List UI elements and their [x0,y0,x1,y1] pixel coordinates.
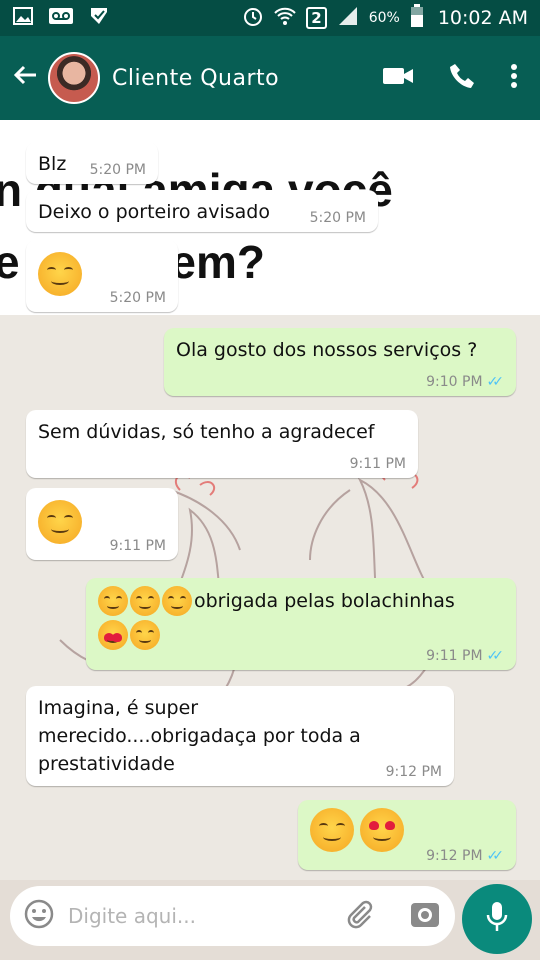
emoji-icon[interactable] [24,899,54,933]
blush-emoji [38,500,82,544]
message-time: 9:11 PM [349,456,406,472]
smirk-emoji [38,252,82,296]
avatar[interactable] [48,52,100,104]
attach-icon[interactable] [345,899,375,933]
battery-icon [410,3,424,33]
sim-slot-badge: 2 [306,7,327,29]
message-time: 9:12 PM [385,764,442,780]
gallery-icon [12,5,34,31]
signal-icon [337,5,359,32]
message-text: Sem dúvidas, só tenho a agradecef [38,421,375,443]
heart-eyes-emoji [360,808,405,852]
voicemail-icon [48,5,74,31]
message-bubble-out[interactable]: obrigada pelas bolachinhas 9:11 PM ✓✓ [86,578,516,670]
message-input[interactable] [68,904,345,928]
message-bubble-out[interactable]: Ola gosto dos nossos serviços ? 9:10 PM ✓… [164,328,516,396]
message-field[interactable] [10,886,455,946]
mic-icon [485,901,509,937]
video-call-icon[interactable] [382,65,414,91]
smile-emoji [130,620,160,650]
read-ticks-icon: ✓✓ [486,848,505,864]
message-time: 9:11 PM [109,538,166,554]
status-bar: 2 60% 10:02 AM [0,0,540,36]
clock: 10:02 AM [437,7,528,29]
message-bubble-in[interactable]: 9:11 PM [26,488,178,560]
read-ticks-icon: ✓✓ [486,374,505,390]
wifi-icon [274,5,296,32]
blush-emoji [310,808,354,852]
message-text: Imagina, é super merecido....obrigadaça … [38,697,361,775]
message-bubble-in[interactable]: Blz 5:20 PM [26,142,158,184]
message-bubble-in[interactable]: Deixo o porteiro avisado 5:20 PM [26,190,378,232]
message-time: 9:10 PM [426,374,483,390]
chat-area[interactable]: n qual amiga você e tatuagem? Blz 5:20 P… [0,120,540,880]
message-bubble-in[interactable]: Imagina, é super merecido....obrigadaça … [26,686,454,786]
message-bubble-in[interactable]: Sem dúvidas, só tenho a agradecef 9:11 P… [26,410,418,478]
camera-icon[interactable] [409,899,441,933]
back-arrow-icon[interactable] [12,62,46,94]
more-vert-icon[interactable] [510,63,518,93]
message-time: 5:20 PM [89,162,146,178]
mic-button[interactable] [462,884,532,954]
message-time: 9:12 PM [426,848,483,864]
message-text: Ola gosto dos nossos serviços ? [176,339,478,361]
checklist-icon [88,5,110,31]
alarm-icon [242,5,264,32]
blush-emoji [130,586,160,616]
chat-header: Cliente Quarto [0,36,540,120]
blush-emoji [98,586,128,616]
heart-eyes-emoji [98,620,128,650]
message-time: 5:20 PM [309,210,366,226]
composer-bar [0,880,540,960]
message-time: 9:11 PM [426,648,483,664]
battery-percent: 60% [368,10,400,26]
blush-emoji [162,586,192,616]
message-time: 5:20 PM [109,290,166,306]
read-ticks-icon: ✓✓ [486,648,505,664]
message-text: obrigada pelas bolachinhas [194,590,455,612]
message-bubble-out[interactable]: 9:12 PM ✓✓ [298,800,516,870]
contact-name[interactable]: Cliente Quarto [112,66,279,91]
phone-icon[interactable] [448,62,476,94]
message-bubble-in[interactable]: 5:20 PM [26,240,178,312]
